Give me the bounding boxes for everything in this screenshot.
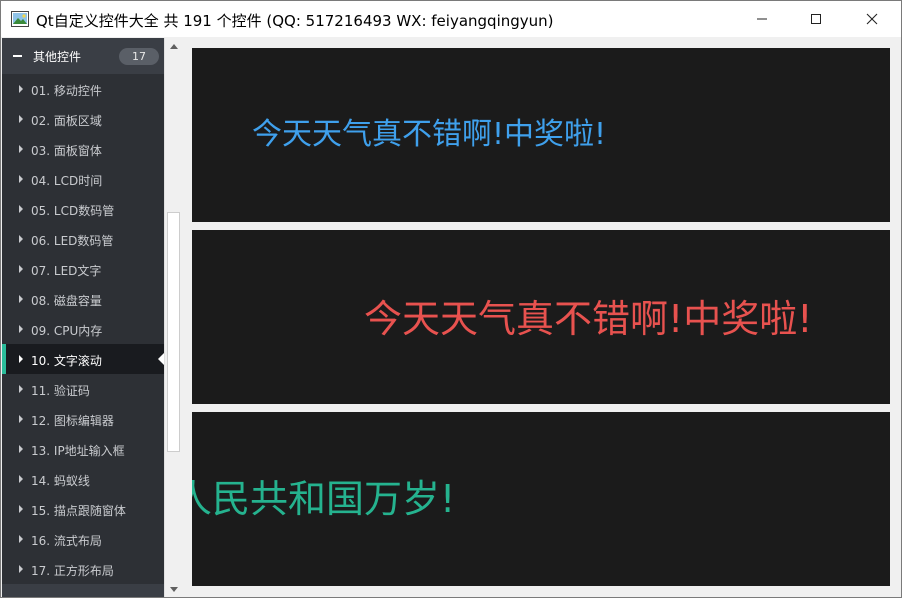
- chevron-right-icon: [19, 325, 23, 333]
- sidebar-item-label: 09. CPU内存: [31, 324, 103, 338]
- sidebar-item[interactable]: 07. LED文字: [2, 254, 164, 284]
- group-label: 其他控件: [33, 50, 82, 64]
- sidebar-item-label: 06. LED数码管: [31, 234, 114, 248]
- sidebar-item-label: 17. 正方形布局: [31, 564, 114, 578]
- sidebar-item[interactable]: 14. 蚂蚁线: [2, 464, 164, 494]
- chevron-right-icon: [19, 235, 23, 243]
- down-arrow-icon: [169, 587, 178, 592]
- maximize-button[interactable]: [793, 1, 839, 37]
- close-button[interactable]: [849, 1, 895, 37]
- selected-accent-bar: [2, 344, 6, 374]
- chevron-right-icon: [19, 445, 23, 453]
- title-bar[interactable]: Qt自定义控件大全 共 191 个控件 (QQ: 517216493 WX: f…: [1, 1, 901, 37]
- sidebar-item-label: 01. 移动控件: [31, 84, 102, 98]
- minimize-icon: [757, 18, 767, 20]
- scroll-text-panel-2: 今天天气真不错啊!中奖啦!: [192, 230, 890, 404]
- next-group-header[interactable]: [2, 584, 164, 597]
- scroll-text-2: 今天天气真不错啊!中奖啦!: [364, 297, 813, 341]
- chevron-right-icon: [19, 265, 23, 273]
- close-icon: [866, 13, 878, 25]
- app-icon: [11, 11, 29, 27]
- up-arrow-icon: [169, 44, 178, 49]
- main-window: Qt自定义控件大全 共 191 个控件 (QQ: 517216493 WX: f…: [0, 0, 902, 598]
- collapse-icon: [13, 55, 22, 57]
- sidebar-item-label: 07. LED文字: [31, 264, 102, 278]
- minimize-button[interactable]: [739, 1, 785, 37]
- sidebar-item[interactable]: 11. 验证码: [2, 374, 164, 404]
- sidebar-item-label: 13. IP地址输入框: [31, 444, 125, 458]
- sidebar-item-label: 16. 流式布局: [31, 534, 102, 548]
- sidebar-item-label: 03. 面板窗体: [31, 144, 102, 158]
- sidebar-item[interactable]: 16. 流式布局: [2, 524, 164, 554]
- chevron-right-icon: [19, 145, 23, 153]
- chevron-right-icon: [19, 415, 23, 423]
- scroll-down-button[interactable]: [165, 581, 182, 597]
- group-header-other-controls[interactable]: 其他控件 17: [2, 38, 164, 74]
- sidebar-item-label: 11. 验证码: [31, 384, 90, 398]
- scroll-up-button[interactable]: [165, 38, 182, 55]
- sidebar-item-label: 08. 磁盘容量: [31, 294, 102, 308]
- chevron-right-icon: [19, 565, 23, 573]
- maximize-icon: [811, 14, 821, 24]
- sidebar-item[interactable]: 10. 文字滚动: [2, 344, 164, 374]
- group-count-badge: 17: [119, 48, 159, 65]
- sidebar-item[interactable]: 03. 面板窗体: [2, 134, 164, 164]
- sidebar-item-label: 05. LCD数码管: [31, 204, 115, 218]
- sidebar-item-label: 02. 面板区域: [31, 114, 102, 128]
- sidebar-item[interactable]: 04. LCD时间: [2, 164, 164, 194]
- sidebar-item[interactable]: 08. 磁盘容量: [2, 284, 164, 314]
- sidebar-item[interactable]: 13. IP地址输入框: [2, 434, 164, 464]
- sidebar-item-label: 12. 图标编辑器: [31, 414, 114, 428]
- sidebar-item[interactable]: 02. 面板区域: [2, 104, 164, 134]
- scroll-text-1: 今天天气真不错啊!中奖啦!: [252, 117, 607, 152]
- sidebar-item[interactable]: 15. 描点跟随窗体: [2, 494, 164, 524]
- window-title: Qt自定义控件大全 共 191 个控件 (QQ: 517216493 WX: f…: [36, 12, 554, 30]
- chevron-right-icon: [19, 115, 23, 123]
- scroll-text-3: 人民共和国万岁!: [192, 477, 456, 521]
- sidebar-item[interactable]: 12. 图标编辑器: [2, 404, 164, 434]
- sidebar-item-label: 15. 描点跟随窗体: [31, 504, 126, 518]
- scroll-thumb[interactable]: [167, 212, 180, 452]
- chevron-right-icon: [19, 355, 23, 363]
- chevron-right-icon: [19, 475, 23, 483]
- sidebar-item-label: 14. 蚂蚁线: [31, 474, 90, 488]
- scroll-text-panel-1: 今天天气真不错啊!中奖啦!: [192, 48, 890, 222]
- sidebar-item[interactable]: 06. LED数码管: [2, 224, 164, 254]
- chevron-right-icon: [19, 205, 23, 213]
- sidebar-item[interactable]: 05. LCD数码管: [2, 194, 164, 224]
- sidebar-nav: 其他控件 17 01. 移动控件 02. 面板区域 03. 面板窗体 04. LCD时…: [2, 38, 164, 597]
- sidebar-item-label: 04. LCD时间: [31, 174, 103, 188]
- chevron-right-icon: [19, 295, 23, 303]
- sidebar-item[interactable]: 09. CPU内存: [2, 314, 164, 344]
- chevron-right-icon: [19, 505, 23, 513]
- chevron-right-icon: [19, 535, 23, 543]
- chevron-right-icon: [19, 85, 23, 93]
- sidebar-scrollbar[interactable]: [164, 38, 182, 597]
- sidebar-item[interactable]: 01. 移动控件: [2, 74, 164, 104]
- sidebar-item[interactable]: 17. 正方形布局: [2, 554, 164, 584]
- chevron-right-icon: [19, 175, 23, 183]
- chevron-right-icon: [19, 385, 23, 393]
- sidebar-item-label: 10. 文字滚动: [31, 354, 102, 368]
- scroll-text-panel-3: 人民共和国万岁!: [192, 412, 890, 586]
